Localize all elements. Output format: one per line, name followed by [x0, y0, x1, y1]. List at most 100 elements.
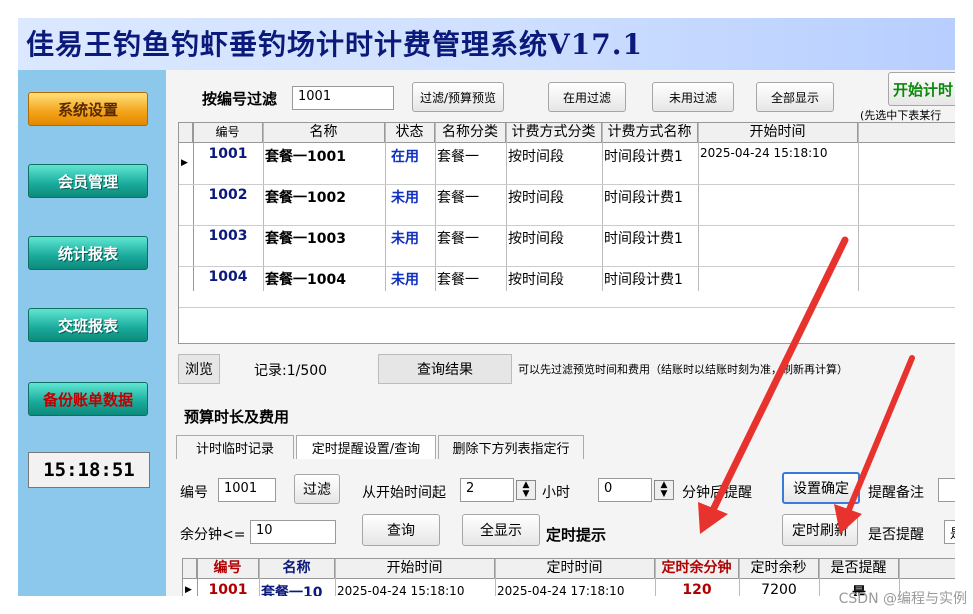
billing-hint: 可以先过滤预览时间和费用（结账时以结账时刻为准，刷新再计算） — [518, 363, 848, 376]
sidebar-item-shift-report[interactable]: 交班报表 — [28, 308, 148, 342]
cell-id: 1004 — [208, 269, 248, 285]
preview-filter-button[interactable]: 过滤/预算预览 — [412, 82, 504, 112]
sidebar-item-system-settings[interactable]: 系统设置 — [28, 92, 148, 126]
reminder-note-label: 提醒备注 — [868, 485, 924, 501]
filter-label: 按编号过滤 — [202, 90, 278, 108]
col-header-id[interactable]: 编号 — [193, 123, 263, 143]
cell-remaining-minutes: 120 — [682, 582, 712, 596]
query-button[interactable]: 查询 — [362, 514, 440, 546]
budget-title: 预算时长及费用 — [184, 408, 290, 426]
cell-status: 在用 — [391, 149, 419, 165]
sidebar-item-backup-data[interactable]: 备份账单数据 — [28, 382, 148, 416]
reminder-note-input[interactable] — [938, 478, 955, 502]
cell-category: 套餐一 — [437, 272, 479, 288]
cell-name: 套餐一1002 — [265, 190, 346, 206]
reminder-id-input[interactable]: 1001 — [218, 478, 276, 502]
record-count: 记录:1/500 — [254, 363, 328, 379]
col-header-category[interactable]: 名称分类 — [435, 123, 506, 143]
cell-billing-type: 按时间段 — [508, 231, 564, 247]
cell-status: 未用 — [391, 190, 419, 206]
col-header-billing-name[interactable]: 计费方式名称 — [602, 123, 698, 143]
app-title: 佳易王钓鱼钓虾垂钓场计时计费管理系统V17.1 — [26, 28, 643, 61]
cell-billing-name: 时间段计费1 — [604, 272, 683, 288]
col-header-start-time[interactable]: 开始时间 — [698, 123, 858, 143]
table-row[interactable]: 1004 套餐一1004 未用 套餐一 按时间段 时间段计费1 — [179, 267, 955, 308]
tab-reminder-settings[interactable]: 定时提醒设置/查询 — [296, 435, 436, 459]
reminder-filter-button[interactable]: 过滤 — [294, 474, 340, 504]
cell-category: 套餐一 — [437, 149, 479, 165]
cell-billing-type: 按时间段 — [508, 149, 564, 165]
cell-remaining-seconds: 7200 — [761, 582, 797, 596]
cell-start-time: 2025-04-24 15:18:10 — [337, 584, 465, 596]
timer-refresh-button[interactable]: 定时刷新 — [782, 514, 858, 546]
timer-hint-label: 定时提示 — [546, 526, 607, 544]
remind-flag-select[interactable]: 是 — [944, 520, 955, 544]
col-header-timer-time[interactable]: 定时时间 — [495, 559, 655, 579]
from-start-label: 从开始时间起 — [362, 485, 446, 501]
hours-spinner[interactable]: ▲ ▼ — [516, 480, 536, 500]
table-row[interactable]: ▶ 1001 套餐一1001 在用 套餐一 按时间段 时间段计费1 2025-04-24 15… — [179, 144, 955, 185]
sidebar-item-statistics[interactable]: 统计报表 — [28, 236, 148, 270]
cell-id: 1002 — [208, 187, 248, 203]
row-selector-header — [179, 123, 193, 143]
cell-name: 套餐一1004 — [265, 272, 346, 288]
cell-name: 套餐一10 — [261, 585, 323, 596]
cell-name: 套餐一1001 — [265, 149, 346, 165]
minutes-unit: 分钟后提醒 — [682, 485, 752, 501]
cell-billing-name: 时间段计费1 — [604, 190, 683, 206]
reminder-id-label: 编号 — [180, 485, 208, 501]
row-pointer-icon: ▶ — [181, 158, 188, 168]
sidebar: 系统设置 会员管理 统计报表 交班报表 备份账单数据 15:18:51 — [18, 70, 166, 596]
browse-label: 浏览 — [178, 354, 220, 384]
minutes-input[interactable]: 0 — [598, 478, 652, 502]
cell-billing-type: 按时间段 — [508, 272, 564, 288]
filter-id-input[interactable]: 1001 — [292, 86, 394, 110]
reminder-table-header: 编号 名称 开始时间 定时时间 定时余分钟 定时余秒 是否提醒 — [183, 559, 955, 579]
col-header-remaining-seconds[interactable]: 定时余秒 — [739, 559, 819, 579]
cell-status: 未用 — [391, 231, 419, 247]
table-row[interactable]: 1003 套餐一1003 未用 套餐一 按时间段 时间段计费1 — [179, 226, 955, 267]
col-header-billing-type[interactable]: 计费方式分类 — [506, 123, 602, 143]
minutes-spinner[interactable]: ▲ ▼ — [654, 480, 674, 500]
remaining-minutes-label: 余分钟<= — [180, 527, 246, 543]
cell-name: 套餐一1003 — [265, 231, 346, 247]
remaining-minutes-input[interactable]: 10 — [250, 520, 336, 544]
start-timing-button[interactable]: 开始计时 — [888, 72, 955, 106]
remind-flag-label: 是否提醒 — [868, 527, 924, 543]
inuse-filter-button[interactable]: 在用过滤 — [548, 82, 626, 112]
cell-id: 1003 — [208, 228, 248, 244]
watermark: CSDN @编程与实例 — [838, 591, 967, 607]
cell-billing-type: 按时间段 — [508, 190, 564, 206]
col-header-start-time[interactable]: 开始时间 — [335, 559, 495, 579]
hours-unit: 小时 — [542, 485, 570, 501]
query-result-label: 查询结果 — [378, 354, 512, 384]
col-header-status[interactable]: 状态 — [385, 123, 435, 143]
sidebar-item-member-management[interactable]: 会员管理 — [28, 164, 148, 198]
cell-timer-time: 2025-04-24 17:18:10 — [497, 584, 625, 596]
col-header-remaining-minutes[interactable]: 定时余分钟 — [655, 559, 739, 579]
col-header-remind-flag[interactable]: 是否提醒 — [819, 559, 899, 579]
cell-billing-name: 时间段计费1 — [604, 149, 683, 165]
cell-start-time: 2025-04-24 15:18:10 — [700, 146, 828, 160]
table-row[interactable]: 1002 套餐一1002 未用 套餐一 按时间段 时间段计费1 — [179, 185, 955, 226]
seat-table-header: 编号 名称 状态 名称分类 计费方式分类 计费方式名称 开始时间 — [179, 123, 955, 143]
seat-table[interactable]: 编号 名称 状态 名称分类 计费方式分类 计费方式名称 开始时间 ▶ 1001 套餐… — [178, 122, 955, 344]
tab-timing-temp-records[interactable]: 计时临时记录 — [176, 435, 294, 459]
show-all-button[interactable]: 全部显示 — [756, 82, 834, 112]
unused-filter-button[interactable]: 未用过滤 — [652, 82, 734, 112]
cell-billing-name: 时间段计费1 — [604, 231, 683, 247]
title-bar: 佳易王钓鱼钓虾垂钓场计时计费管理系统V17.1 — [18, 18, 955, 70]
cell-status: 未用 — [391, 272, 419, 288]
cell-id: 1001 — [208, 582, 248, 596]
reminder-show-all-button[interactable]: 全显示 — [462, 514, 540, 546]
cell-category: 套餐一 — [437, 231, 479, 247]
tab-delete-rows[interactable]: 删除下方列表指定行 — [438, 435, 584, 459]
set-confirm-button[interactable]: 设置确定 — [782, 472, 860, 504]
row-selector-header — [183, 559, 197, 579]
col-header-name[interactable]: 名称 — [263, 123, 385, 143]
row-pointer-icon: ▶ — [185, 585, 192, 595]
hours-input[interactable]: 2 — [460, 478, 514, 502]
col-header-name[interactable]: 名称 — [259, 559, 335, 579]
start-timing-hint: (先选中下表某行 — [860, 109, 942, 122]
col-header-id[interactable]: 编号 — [197, 559, 259, 579]
